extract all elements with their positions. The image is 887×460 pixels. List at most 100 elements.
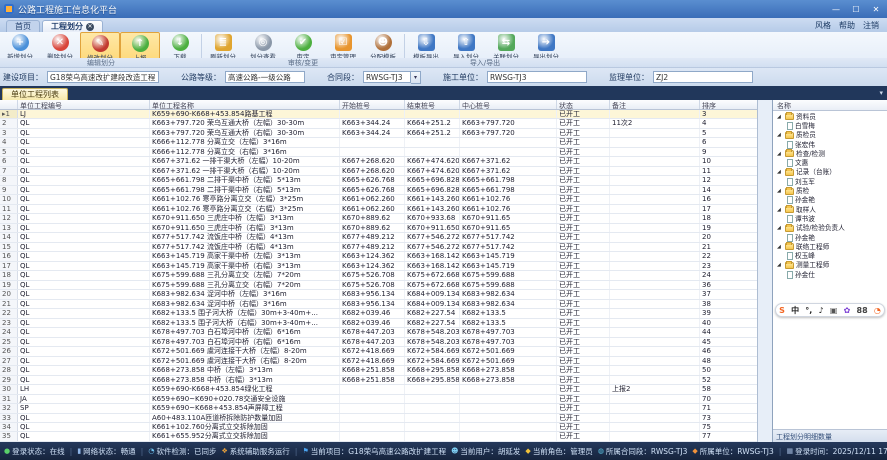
tree-leaf-8[interactable]: 孙金仕	[773, 270, 887, 279]
table-row[interactable]: 18QLK675+599.688 三孔分离立交（左幅）7*20mK675+526…	[0, 271, 757, 280]
filter-combo-2[interactable]: RWSG-TJ3▾	[363, 71, 421, 84]
toolbox-icon[interactable]: 88	[857, 306, 868, 315]
tree-folder-6[interactable]: ◢试验/检验负责人	[773, 224, 887, 233]
tree-leaf-7[interactable]: 权玉峰	[773, 251, 887, 260]
table-row[interactable]: 23QLK682+133.5 围子河大桥（右幅）30m+3-40m+...K68…	[0, 319, 757, 328]
table-row[interactable]: 29QLK668+273.858 中桥（右幅）3*13mK668+251.858…	[0, 376, 757, 385]
table-row[interactable]: 19QLK675+599.688 三孔分离立交（右幅）7*20mK675+526…	[0, 281, 757, 290]
grid-col-header-3[interactable]: 开始桩号	[340, 100, 405, 109]
table-row[interactable]: 10QLK661+102.76 寒亭路分离立交（左幅）3*25mK661+062…	[0, 195, 757, 204]
table-row[interactable]: 35QLK661+655.952分离式立交拆除加固已开工77	[0, 432, 757, 441]
filter-value-1[interactable]: 高速公路-一级公路	[225, 71, 305, 83]
table-row[interactable]: 9QLK665+661.798 二排干渠中桥（右幅）5*13mK665+626.…	[0, 186, 757, 195]
tree-folder-2[interactable]: ◢检查/检测	[773, 149, 887, 158]
tab-home[interactable]: 首页	[6, 20, 40, 32]
table-row[interactable]: 32SPK659+690~K668+453.854声屏障工程已开工71	[0, 404, 757, 413]
tree-expander-icon[interactable]: ◢	[777, 188, 783, 194]
grid-col-header-1[interactable]: 单位工程编号	[18, 100, 150, 109]
grid-col-header-0[interactable]	[0, 100, 18, 109]
table-row[interactable]: 25QLK678+497.703 白石埠河中桥（右幅）6*16mK678+447…	[0, 338, 757, 347]
close-button[interactable]: ✕	[869, 5, 883, 14]
table-row[interactable]: 5QLK666+112.778 分离立交（右幅）3*16m已开工9	[0, 148, 757, 157]
tree-leaf-4[interactable]: 孙金艳	[773, 196, 887, 205]
tab-close-icon[interactable]: ✕	[86, 23, 94, 31]
tree-expander-icon[interactable]: ◢	[777, 114, 783, 120]
table-row[interactable]: 3QLK663+797.720 荣乌互通大桥（右幅）30-30mK663+344…	[0, 129, 757, 138]
table-row[interactable]: 27QLK672+501.669 虞河连接干大桥（右幅）8-20mK672+41…	[0, 357, 757, 366]
table-row[interactable]: 26QLK672+501.669 虞河连接干大桥（左幅）8-20mK672+41…	[0, 347, 757, 356]
subtab-unit-project-list[interactable]: 单位工程列表	[2, 88, 68, 100]
table-row[interactable]: 7QLK667+371.62 一排干渠大桥（右幅）10-20mK667+268.…	[0, 167, 757, 176]
tree-expander-icon[interactable]: ◢	[777, 132, 783, 138]
table-row[interactable]: 8QLK665+661.798 二排干渠中桥（左幅）5*13mK665+626.…	[0, 176, 757, 185]
tree-folder-3[interactable]: ◢记录（台账）	[773, 168, 887, 177]
table-row[interactable]: 24QLK678+497.703 白石埠河中桥（左幅）6*16mK678+447…	[0, 328, 757, 337]
table-row[interactable]: 2QLK663+797.720 荣乌互通大桥（左幅）30-30mK663+344…	[0, 119, 757, 128]
grid-col-header-6[interactable]: 状态	[557, 100, 610, 109]
table-row[interactable]: 28QLK668+273.858 中桥（左幅）3*13mK668+251.858…	[0, 366, 757, 375]
table-row[interactable]: 4QLK666+112.778 分离立交（左幅）3*16m已开工6	[0, 138, 757, 147]
tree-folder-7[interactable]: ◢联络工程师	[773, 242, 887, 251]
tree-leaf-0[interactable]: 白雪梅	[773, 121, 887, 130]
tree-folder-5[interactable]: ◢取样人	[773, 205, 887, 214]
tree-leaf-6[interactable]: 孙金艳	[773, 233, 887, 242]
grid-col-header-4[interactable]: 结束桩号	[405, 100, 460, 109]
tree-leaf-5[interactable]: 谭书波	[773, 214, 887, 223]
table-row[interactable]: 14QLK677+517.742 流饭庄中桥（左幅）4*13mK677+489.…	[0, 233, 757, 242]
tree-folder-4[interactable]: ◢质检	[773, 186, 887, 195]
table-row[interactable]: 33QLA60+483.110A匝道桥拆除防护数量加固已开工73	[0, 414, 757, 423]
punctuation-icon[interactable]: °,	[805, 306, 812, 315]
keyboard-icon[interactable]: ▣	[830, 306, 838, 315]
table-row[interactable]: 6QLK667+371.62 一排干渠大桥（左幅）10-20mK667+268.…	[0, 157, 757, 166]
chevron-down-icon[interactable]: ▾	[879, 89, 883, 97]
table-row[interactable]: 34QLK661+102.760分离式立交拆除加固已开工75	[0, 423, 757, 432]
table-row[interactable]: 16QLK663+145.719 高家干渠中桥（左幅）3*13mK663+124…	[0, 252, 757, 261]
table-row[interactable]: 22QLK682+133.5 围子河大桥（左幅）30m+3-40m+...K68…	[0, 309, 757, 318]
emoji-icon[interactable]: ◔	[874, 306, 881, 315]
maximize-button[interactable]: ☐	[849, 5, 863, 14]
tree-leaf-3[interactable]: 刘玉军	[773, 177, 887, 186]
chinese-mode-icon[interactable]: 中	[791, 305, 799, 316]
filter-value-4[interactable]: ZJ2	[653, 71, 753, 83]
table-cell: 已开工	[557, 319, 610, 327]
combo-arrow-icon[interactable]: ▾	[411, 71, 421, 84]
tree-expander-icon[interactable]: ◢	[777, 151, 783, 157]
filter-value-2[interactable]: RWSG-TJ3	[363, 71, 411, 83]
table-row[interactable]: 31JAK659+690~K690+020.78交通安全设施已开工70	[0, 395, 757, 404]
sogou-logo-icon[interactable]: S	[779, 306, 785, 315]
skin-icon[interactable]: ✿	[844, 306, 851, 315]
tab-division[interactable]: 工程划分 ✕	[42, 20, 103, 32]
tree-expander-icon[interactable]: ◢	[777, 169, 783, 175]
table-cell	[460, 148, 557, 156]
tree-folder-8[interactable]: ◢测量工程师	[773, 261, 887, 270]
link-help[interactable]: 帮助	[839, 20, 855, 31]
grid-col-header-2[interactable]: 单位工程名称	[150, 100, 340, 109]
table-cell	[610, 366, 700, 374]
table-row[interactable]: 11QLK661+102.76 寒亭路分离立交（右幅）3*25mK661+062…	[0, 205, 757, 214]
table-row[interactable]: 13QLK670+911.650 三虎庄中桥（右幅）3*13mK670+889.…	[0, 224, 757, 233]
filter-value-0[interactable]: G18荣乌高速改扩建段改造工程	[47, 71, 159, 83]
grid-col-header-5[interactable]: 中心桩号	[460, 100, 557, 109]
table-row[interactable]: 30LHK659+690-K668+453.854绿化工程已开工上报258	[0, 385, 757, 394]
table-row[interactable]: 12QLK670+911.650 三虎庄中桥（左幅）3*13mK670+889.…	[0, 214, 757, 223]
grid-col-header-7[interactable]: 备注	[610, 100, 700, 109]
tree-expander-icon[interactable]: ◢	[777, 225, 783, 231]
tree-expander-icon[interactable]: ◢	[777, 262, 783, 268]
grid-col-header-8[interactable]: 排序	[700, 100, 758, 109]
mic-icon[interactable]: ♪	[819, 306, 824, 315]
table-row[interactable]: 21QLK683+982.634 浞河中桥（右幅）3*16mK683+956.1…	[0, 300, 757, 309]
link-skin[interactable]: 风格	[815, 20, 831, 31]
table-row[interactable]: ▸1LJK659+690-K668+453.854路基工程已开工3	[0, 110, 757, 119]
tree-folder-1[interactable]: ◢质检员	[773, 131, 887, 140]
tree-expander-icon[interactable]: ◢	[777, 207, 783, 213]
tree-expander-icon[interactable]: ◢	[777, 244, 783, 250]
table-row[interactable]: 20QLK683+982.634 浞河中桥（左幅）3*16mK683+956.1…	[0, 290, 757, 299]
link-logout[interactable]: 注销	[863, 20, 879, 31]
table-cell: SP	[18, 404, 150, 412]
table-row[interactable]: 15QLK677+517.742 流饭庄中桥（右幅）4*13mK677+489.…	[0, 243, 757, 252]
filter-value-3[interactable]: RWSG-TJ3	[487, 71, 587, 83]
tree-folder-0[interactable]: ◢资料员	[773, 112, 887, 121]
table-row[interactable]: 17QLK663+145.719 高家干渠中桥（右幅）3*13mK663+124…	[0, 262, 757, 271]
tree-leaf-1[interactable]: 张宏伟	[773, 140, 887, 149]
minimize-button[interactable]: —	[829, 5, 843, 14]
